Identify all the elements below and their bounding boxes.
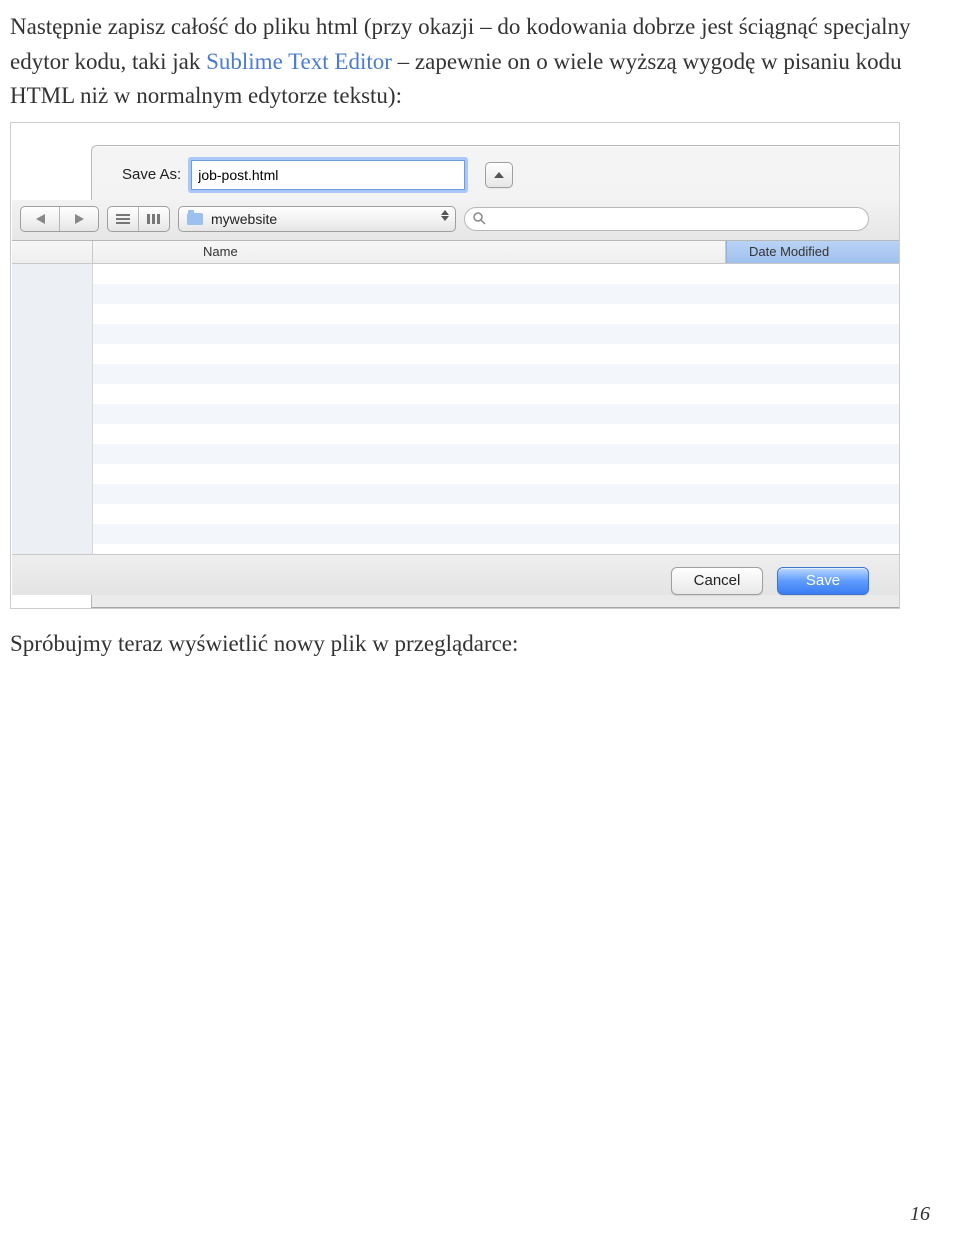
- columns-icon: [147, 214, 161, 224]
- view-list-button[interactable]: [108, 207, 139, 231]
- sublime-link[interactable]: Sublime Text Editor: [206, 49, 392, 74]
- column-date-header[interactable]: Date Modified: [726, 241, 899, 263]
- file-list-body: [12, 264, 899, 554]
- file-list-header: Name Date Modified: [12, 241, 899, 264]
- sidebar-panel: [12, 264, 93, 554]
- paragraph-2: Spróbujmy teraz wyświetlić nowy plik w p…: [10, 627, 930, 662]
- save-as-input[interactable]: [191, 160, 465, 190]
- disclosure-button[interactable]: [485, 162, 513, 188]
- triangle-left-icon: [36, 214, 45, 224]
- save-dialog-screenshot: Save As:: [10, 122, 900, 609]
- nav-forward-button[interactable]: [60, 207, 98, 231]
- save-as-label: Save As:: [122, 166, 181, 183]
- page-number: 16: [910, 1203, 930, 1226]
- paragraph-1: Następnie zapisz całość do pliku html (p…: [10, 10, 930, 114]
- list-icon: [116, 214, 130, 224]
- file-browser: Name Date Modified: [12, 241, 899, 554]
- view-mode-group[interactable]: [107, 206, 170, 232]
- triangle-right-icon: [75, 214, 84, 224]
- column-name-header[interactable]: Name: [93, 241, 726, 263]
- cancel-button[interactable]: Cancel: [671, 567, 763, 595]
- folder-name: mywebsite: [211, 211, 277, 227]
- folder-icon: [187, 213, 203, 225]
- view-column-button[interactable]: [139, 207, 169, 231]
- search-icon: [473, 212, 486, 225]
- triangle-up-icon: [494, 172, 504, 178]
- folder-dropdown[interactable]: mywebsite: [178, 206, 456, 232]
- search-field[interactable]: [464, 207, 869, 231]
- nav-back-button[interactable]: [21, 207, 60, 231]
- nav-back-forward[interactable]: [20, 206, 99, 232]
- save-button[interactable]: Save: [777, 567, 869, 595]
- updown-icon: [441, 210, 449, 221]
